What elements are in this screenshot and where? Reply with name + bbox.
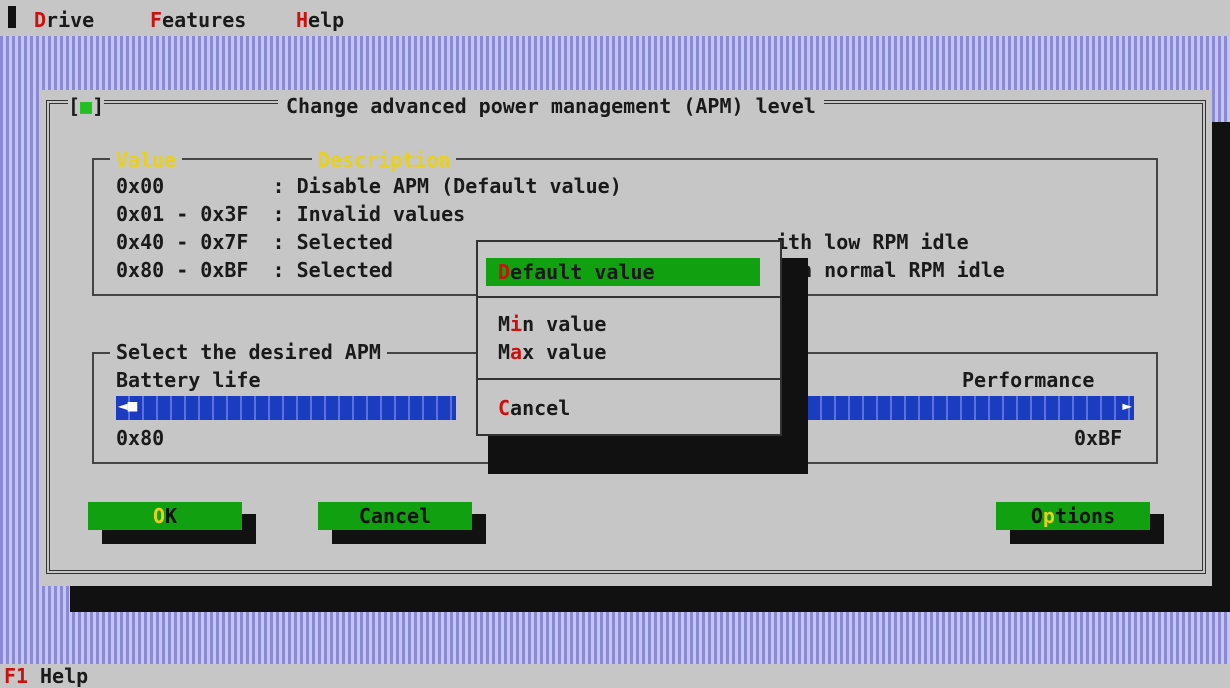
context-popup: Default value Min value Max value Cancel [476, 240, 782, 436]
menu-drive[interactable]: Drive [34, 8, 94, 32]
ok-button-shadow [242, 514, 256, 544]
apm-slider-right[interactable]: ► [780, 396, 1134, 420]
popup-shadow-right [780, 258, 808, 474]
apm-slider-left[interactable]: ◄■ [116, 396, 456, 420]
min-value-label: 0x80 [116, 426, 165, 450]
value-row: 0x01 - 0x3F : Invalid values [116, 202, 466, 226]
close-box[interactable]: [■] [68, 94, 105, 118]
cancel-button-shadow [332, 530, 486, 544]
battery-life-label: Battery life [116, 368, 261, 392]
max-value-label: 0xBF [1074, 426, 1123, 450]
cancel-button[interactable]: Cancel [318, 502, 472, 530]
value-header: Value [110, 148, 183, 172]
dialog-shadow-right [1212, 122, 1230, 612]
options-button-shadow [1150, 514, 1164, 544]
value-row: 0x80 - 0xBF : Selected [116, 258, 393, 282]
menu-bar-marker [8, 6, 16, 28]
popup-shadow [488, 436, 808, 474]
value-row: 0x40 - 0x7F : Selected [116, 230, 393, 254]
help-label: Help [40, 664, 89, 688]
menu-help[interactable]: Help [296, 8, 344, 32]
popup-cancel[interactable]: Cancel [498, 396, 570, 420]
status-bar: F1 Help [0, 664, 1230, 688]
popup-separator [478, 378, 780, 380]
popup-max-value[interactable]: Max value [498, 340, 606, 364]
apm-select-label: Select the desired APM [110, 340, 387, 364]
ok-button[interactable]: OK [88, 502, 242, 530]
description-header: Description [312, 148, 457, 172]
popup-min-value[interactable]: Min value [498, 312, 606, 336]
popup-default-value[interactable]: Default value [486, 258, 760, 286]
close-icon[interactable]: ■ [80, 94, 92, 118]
dialog-shadow [70, 586, 1230, 612]
cancel-button-shadow [472, 514, 486, 544]
menu-features[interactable]: Features [150, 8, 246, 32]
description-tail: ith low RPM idle [776, 230, 969, 254]
dialog-title: Change advanced power management (APM) l… [278, 94, 824, 118]
description-tail: ith normal RPM idle [776, 258, 1005, 282]
help-key[interactable]: F1 [4, 664, 28, 688]
popup-separator [478, 296, 780, 298]
ok-button-shadow [102, 530, 256, 544]
value-row: 0x00 : Disable APM (Default value) [116, 174, 622, 198]
slider-right-arrow[interactable]: ► [1122, 396, 1132, 415]
options-button[interactable]: Options [996, 502, 1150, 530]
options-button-shadow [1010, 530, 1164, 544]
performance-label: Performance [962, 368, 1095, 392]
menu-bar: Drive Features Help [0, 0, 1230, 36]
slider-left-arrow[interactable]: ◄■ [118, 396, 137, 415]
